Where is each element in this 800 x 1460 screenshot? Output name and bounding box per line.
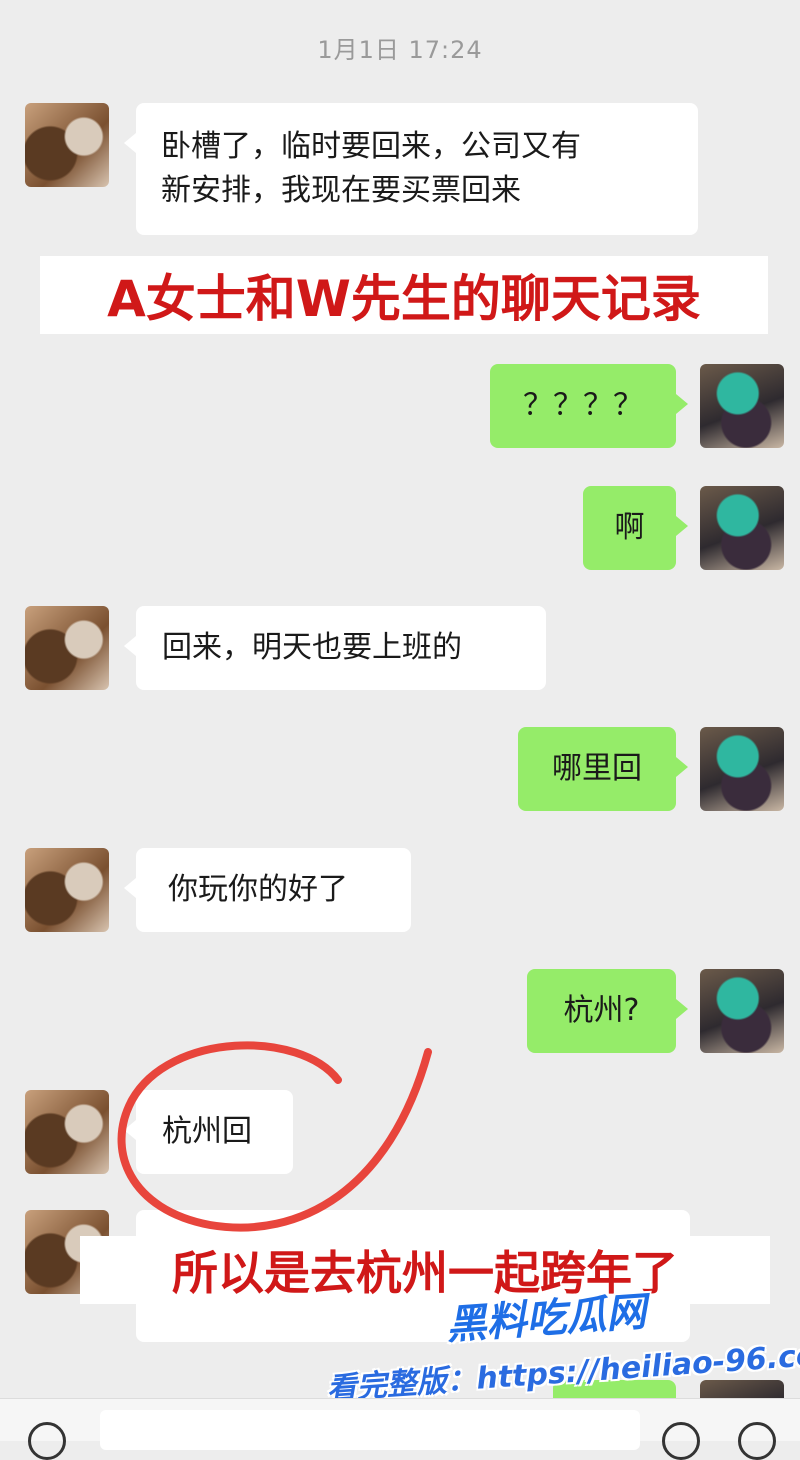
my-avatar[interactable] bbox=[700, 364, 784, 448]
message-bubble-received[interactable]: 你玩你的好了 bbox=[124, 848, 411, 932]
chat-timestamp: 1月1日 17:24 bbox=[317, 36, 483, 64]
message-text: ？？？？ bbox=[523, 388, 643, 423]
caption-banner-bottom: 所以是去杭州一起跨年了 bbox=[80, 1236, 770, 1304]
message-text: 新安排，我现在要买票回来 bbox=[161, 173, 521, 208]
message-bubble-sent[interactable]: 哪里回 bbox=[518, 727, 688, 811]
message-text: 卧槽了，临时要回来，公司又有 bbox=[161, 129, 581, 164]
message-bubble-sent[interactable]: ？？？？ bbox=[490, 364, 688, 448]
caption-banner-top: A女士和W先生的聊天记录 bbox=[40, 256, 768, 334]
circle-annotation bbox=[117, 1041, 432, 1232]
message-text: 你玩你的好了 bbox=[168, 872, 348, 907]
message-bubble-sent[interactable]: 杭州? bbox=[527, 969, 688, 1053]
message-text: 啊 bbox=[614, 510, 645, 545]
message-text: 杭州? bbox=[563, 993, 640, 1028]
message-input[interactable] bbox=[100, 1410, 640, 1450]
contact-avatar[interactable] bbox=[25, 848, 109, 932]
contact-avatar[interactable] bbox=[25, 606, 109, 690]
emoji-icon[interactable] bbox=[662, 1422, 700, 1460]
my-avatar[interactable] bbox=[700, 969, 784, 1053]
message-bubble-received[interactable]: 回来，明天也要上班的 bbox=[124, 606, 546, 690]
voice-icon[interactable] bbox=[28, 1422, 66, 1460]
message-text: 回来，明天也要上班的 bbox=[162, 630, 462, 665]
contact-avatar[interactable] bbox=[25, 103, 109, 187]
add-icon[interactable] bbox=[738, 1422, 776, 1460]
my-avatar[interactable] bbox=[700, 1380, 784, 1400]
message-bubble-sent[interactable]: 啊 bbox=[583, 486, 688, 570]
message-text: 哪里回 bbox=[552, 751, 642, 786]
contact-avatar[interactable] bbox=[25, 1090, 109, 1174]
my-avatar[interactable] bbox=[700, 727, 784, 811]
my-avatar[interactable] bbox=[700, 486, 784, 570]
message-bubble-received[interactable]: 卧槽了，临时要回来，公司又有 新安排，我现在要买票回来 bbox=[124, 103, 698, 235]
